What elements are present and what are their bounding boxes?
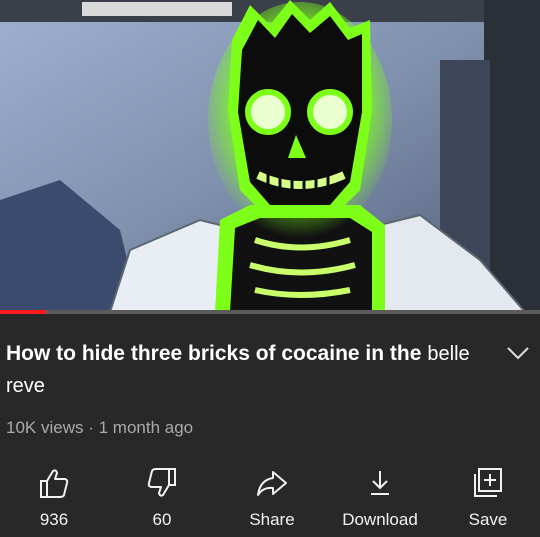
dislike-count: 60 [152,510,172,529]
like-button[interactable]: 936 [4,462,104,537]
share-label: Share [249,510,295,529]
download-button[interactable]: Download [330,462,430,537]
video-title-main: How to hide three bricks of cocaine in t… [6,342,422,365]
download-icon [371,471,389,495]
add-to-playlist-icon [474,468,502,497]
action-bar: 936 60 Share Download Save [0,462,540,537]
thumbs-up-icon [40,469,69,498]
dislike-button[interactable]: 60 [112,462,212,537]
download-label: Download [342,510,418,529]
video-frame-image [0,0,540,312]
save-button[interactable]: Save [438,462,538,537]
meta-separator: · [88,418,94,437]
video-watch-screen: How to hide three bricks of cocaine in t… [0,0,540,537]
save-label: Save [468,510,508,529]
view-count: 10K views [6,418,84,437]
video-meta: 10K views · 1 month ago [6,418,193,438]
thumbs-down-icon [147,468,176,497]
share-button[interactable]: Share [222,462,322,537]
progress-played [0,310,46,314]
video-player[interactable] [0,0,540,312]
share-arrow-icon [257,471,287,496]
video-progress-bar[interactable] [0,310,540,314]
chevron-down-icon[interactable] [506,344,530,362]
upload-age: 1 month ago [98,418,194,437]
like-count: 936 [39,510,69,529]
video-title[interactable]: How to hide three bricks of cocaine in t… [6,338,506,402]
